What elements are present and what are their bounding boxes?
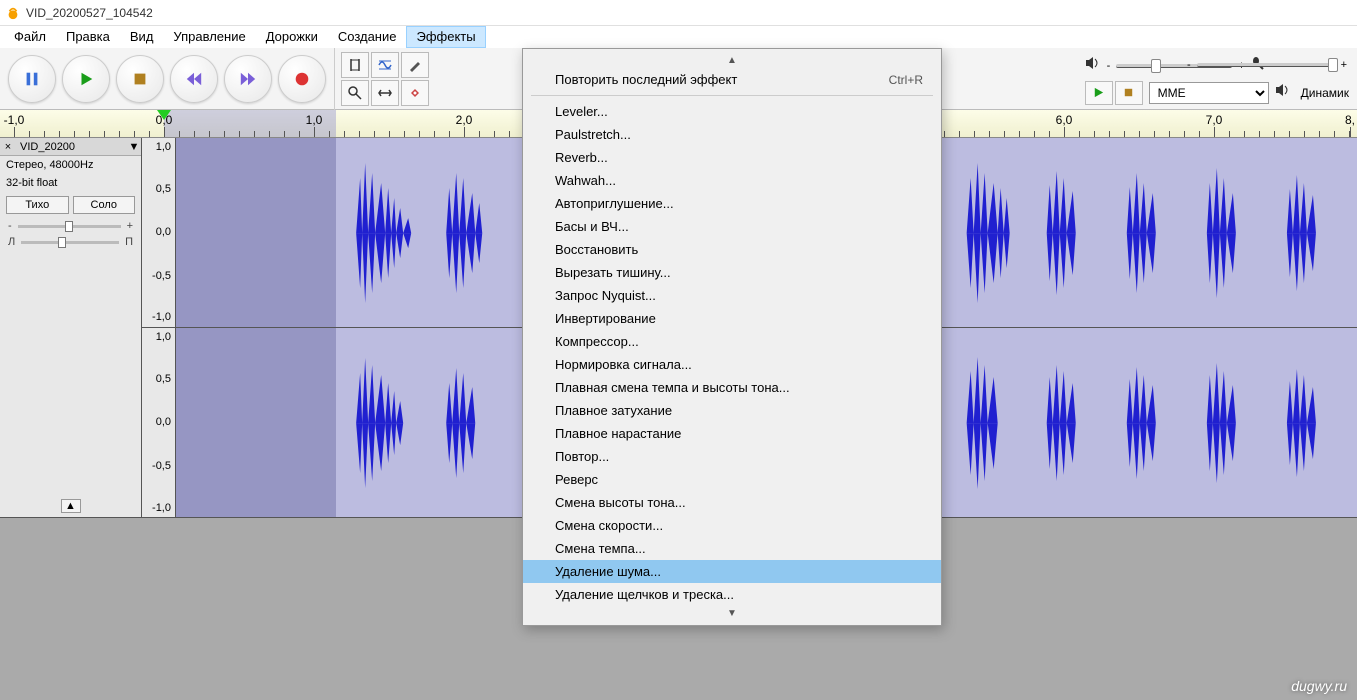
dd-item[interactable]: Смена темпа... (523, 537, 941, 560)
selection-tool[interactable] (341, 52, 369, 78)
dd-item[interactable]: Paulstretch... (523, 123, 941, 146)
dd-item[interactable]: Leveler... (523, 100, 941, 123)
transport-controls (0, 55, 334, 103)
gain-slider[interactable]: - + (0, 218, 141, 234)
preview-play-button[interactable] (1085, 81, 1113, 105)
menubar: Файл Правка Вид Управление Дорожки Созда… (0, 26, 1357, 48)
ruler-label: 8, (1345, 113, 1355, 127)
app-icon (6, 6, 20, 20)
dd-item[interactable]: Wahwah... (523, 169, 941, 192)
menu-effects[interactable]: Эффекты (406, 26, 485, 48)
watermark: dugwy.ru (1291, 678, 1347, 694)
record-button[interactable] (278, 55, 326, 103)
skip-end-button[interactable] (224, 55, 272, 103)
dd-item[interactable]: Плавное нарастание (523, 422, 941, 445)
menu-tracks[interactable]: Дорожки (256, 26, 328, 48)
preview-stop-button[interactable] (1115, 81, 1143, 105)
dd-item[interactable]: Инвертирование (523, 307, 941, 330)
dd-item[interactable]: Восстановить (523, 238, 941, 261)
menu-generate[interactable]: Создание (328, 26, 407, 48)
dd-item[interactable]: Повтор... (523, 445, 941, 468)
scroll-up-arrow[interactable]: ▲ (523, 53, 941, 68)
ruler-label: 2,0 (456, 113, 473, 127)
draw-tool[interactable] (401, 52, 429, 78)
menu-file[interactable]: Файл (4, 26, 56, 48)
vertical-scale-left: 1,0 0,5 0,0 -0,5 -1,0 (142, 138, 176, 327)
envelope-tool[interactable] (371, 52, 399, 78)
track-menu-button[interactable]: ▼ (127, 141, 141, 153)
edit-tools (334, 48, 435, 110)
track-format-line2: 32-bit float (0, 174, 141, 192)
output-device-label: Динамик (1297, 86, 1353, 100)
track-collapse-button[interactable]: ▲ (0, 495, 141, 517)
dd-item[interactable]: Вырезать тишину... (523, 261, 941, 284)
track-close-button[interactable]: × (0, 141, 16, 153)
dd-item[interactable]: Удаление шума... (523, 560, 941, 583)
titlebar: VID_20200527_104542 (0, 0, 1357, 26)
effects-dropdown: ▲ Повторить последний эффект Ctrl+R Leve… (522, 48, 942, 626)
audio-host-select[interactable]: MME (1149, 82, 1269, 104)
dd-item[interactable]: Запрос Nyquist... (523, 284, 941, 307)
preview-transport (1085, 81, 1143, 105)
multi-tool[interactable] (401, 80, 429, 106)
dd-item[interactable]: Автоприглушение... (523, 192, 941, 215)
dd-item[interactable]: Басы и ВЧ... (523, 215, 941, 238)
menu-transport[interactable]: Управление (163, 26, 255, 48)
dd-item[interactable]: Смена скорости... (523, 514, 941, 537)
dd-item[interactable]: Плавная смена темпа и высоты тона... (523, 376, 941, 399)
speaker-icon (1085, 56, 1101, 75)
dd-item[interactable]: Компрессор... (523, 330, 941, 353)
track-name[interactable]: VID_20200 (16, 141, 127, 153)
scroll-down-arrow[interactable]: ▼ (523, 606, 941, 621)
record-volume[interactable]: - + (1187, 52, 1347, 78)
mute-button[interactable]: Тихо (6, 196, 69, 214)
solo-button[interactable]: Соло (73, 196, 136, 214)
dd-repeat-last[interactable]: Повторить последний эффект Ctrl+R (523, 68, 941, 91)
track-format-line1: Стерео, 48000Hz (0, 156, 141, 174)
dd-item[interactable]: Нормировка сигнала... (523, 353, 941, 376)
ruler-label: 6,0 (1056, 113, 1073, 127)
ruler-label: -1,0 (4, 113, 25, 127)
window-title: VID_20200527_104542 (26, 6, 153, 20)
ruler-label: 1,0 (306, 113, 323, 127)
track-control-panel: × VID_20200 ▼ Стерео, 48000Hz 32-bit flo… (0, 138, 142, 517)
dd-item[interactable]: Удаление щелчков и треска... (523, 583, 941, 606)
dd-item[interactable]: Смена высоты тона... (523, 491, 941, 514)
skip-start-button[interactable] (170, 55, 218, 103)
stop-button[interactable] (116, 55, 164, 103)
pan-slider[interactable]: Л П (0, 234, 141, 250)
timeshift-tool[interactable] (371, 80, 399, 106)
menu-edit[interactable]: Правка (56, 26, 120, 48)
ruler-label: 0,0 (156, 113, 173, 127)
play-button[interactable] (62, 55, 110, 103)
dd-item[interactable]: Reverb... (523, 146, 941, 169)
menu-view[interactable]: Вид (120, 26, 164, 48)
dd-item[interactable]: Реверс (523, 468, 941, 491)
output-speaker-icon (1275, 83, 1291, 102)
ruler-label: 7,0 (1206, 113, 1223, 127)
zoom-tool[interactable] (341, 80, 369, 106)
pause-button[interactable] (8, 55, 56, 103)
dd-item[interactable]: Плавное затухание (523, 399, 941, 422)
vertical-scale-right: 1,0 0,5 0,0 -0,5 -1,0 (142, 328, 176, 518)
